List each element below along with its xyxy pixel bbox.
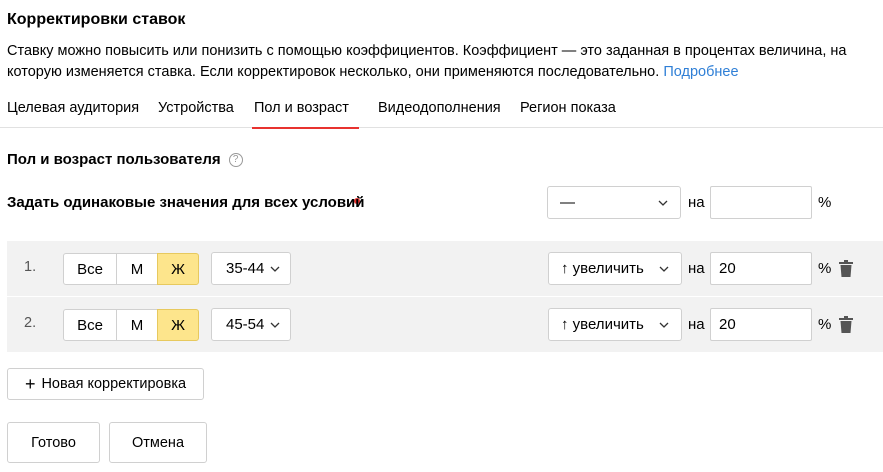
gender-segmented-control: Все М Ж xyxy=(63,309,199,341)
tab-target-audience[interactable]: Целевая аудитория xyxy=(7,100,139,116)
on-label: на xyxy=(688,316,705,333)
row-number: 2. xyxy=(24,315,37,331)
all-conditions-label: Задать одинаковые значения для всех усло… xyxy=(7,194,365,211)
percent-value-input[interactable]: 20 xyxy=(710,252,812,285)
gender-male-button[interactable]: М xyxy=(116,253,158,285)
gender-female-button[interactable]: Ж xyxy=(157,309,199,341)
tab-video-extensions[interactable]: Видеодополнения xyxy=(378,100,501,116)
action-select-value: ↑ увеличить xyxy=(561,260,644,277)
gender-all-button[interactable]: Все xyxy=(63,309,117,341)
section-title-text: Пол и возраст пользователя xyxy=(7,151,221,168)
age-select[interactable]: 45-54 xyxy=(211,308,291,341)
chevron-down-icon xyxy=(270,322,280,328)
gender-segmented-control: Все М Ж xyxy=(63,253,199,285)
percent-value-input[interactable]: 20 xyxy=(710,308,812,341)
all-conditions-select-value: — xyxy=(560,194,575,211)
percent-value: 20 xyxy=(719,260,736,277)
gender-female-button[interactable]: Ж xyxy=(157,253,199,285)
tab-gender-age[interactable]: Пол и возраст xyxy=(252,100,359,129)
gender-male-button[interactable]: М xyxy=(116,309,158,341)
tab-bar: Целевая аудитория Устройства Пол и возра… xyxy=(0,92,883,204)
percent-value: 20 xyxy=(719,316,736,333)
action-select[interactable]: ↑ увеличить xyxy=(548,252,682,285)
cancel-button[interactable]: Отмена xyxy=(109,422,207,463)
on-label: на xyxy=(688,260,705,277)
tab-devices[interactable]: Устройства xyxy=(158,100,234,116)
trash-icon[interactable] xyxy=(839,260,853,277)
page-title: Корректировки ставок xyxy=(7,11,186,28)
row-number: 1. xyxy=(24,259,37,275)
add-adjustment-button[interactable]: + Новая корректировка xyxy=(7,368,204,400)
all-conditions-select[interactable]: — xyxy=(547,186,681,219)
adjustment-row-1: 1. Все М Ж 35-44 ↑ увеличить на 20 % xyxy=(7,241,883,296)
plus-icon: + xyxy=(24,374,36,394)
help-icon[interactable]: ? xyxy=(228,152,243,167)
tab-region[interactable]: Регион показа xyxy=(520,100,616,116)
chevron-down-icon xyxy=(658,200,668,206)
chevron-down-icon xyxy=(659,266,669,272)
action-select[interactable]: ↑ увеличить xyxy=(548,308,682,341)
action-select-value: ↑ увеличить xyxy=(561,316,644,333)
age-select-value: 35-44 xyxy=(226,260,265,277)
add-adjustment-label: Новая корректировка xyxy=(41,376,187,392)
trash-icon[interactable] xyxy=(839,316,853,333)
gender-all-button[interactable]: Все xyxy=(63,253,117,285)
percent-sign: % xyxy=(818,260,832,277)
more-link[interactable]: Подробнее xyxy=(663,64,738,80)
age-select-value: 45-54 xyxy=(226,316,265,333)
all-conditions-on-label: на xyxy=(688,194,705,211)
percent-sign: % xyxy=(818,316,832,333)
all-conditions-percent: % xyxy=(818,194,832,211)
chevron-down-icon xyxy=(659,322,669,328)
all-conditions-value-input[interactable] xyxy=(710,186,812,219)
done-button[interactable]: Готово xyxy=(7,422,100,463)
age-select[interactable]: 35-44 xyxy=(211,252,291,285)
adjustment-row-2: 2. Все М Ж 45-54 ↑ увеличить на 20 % xyxy=(7,297,883,352)
page-description: Ставку можно повысить или понизить с пом… xyxy=(7,41,867,83)
section-title: Пол и возраст пользователя ? xyxy=(7,151,243,168)
chevron-down-icon xyxy=(270,266,280,272)
